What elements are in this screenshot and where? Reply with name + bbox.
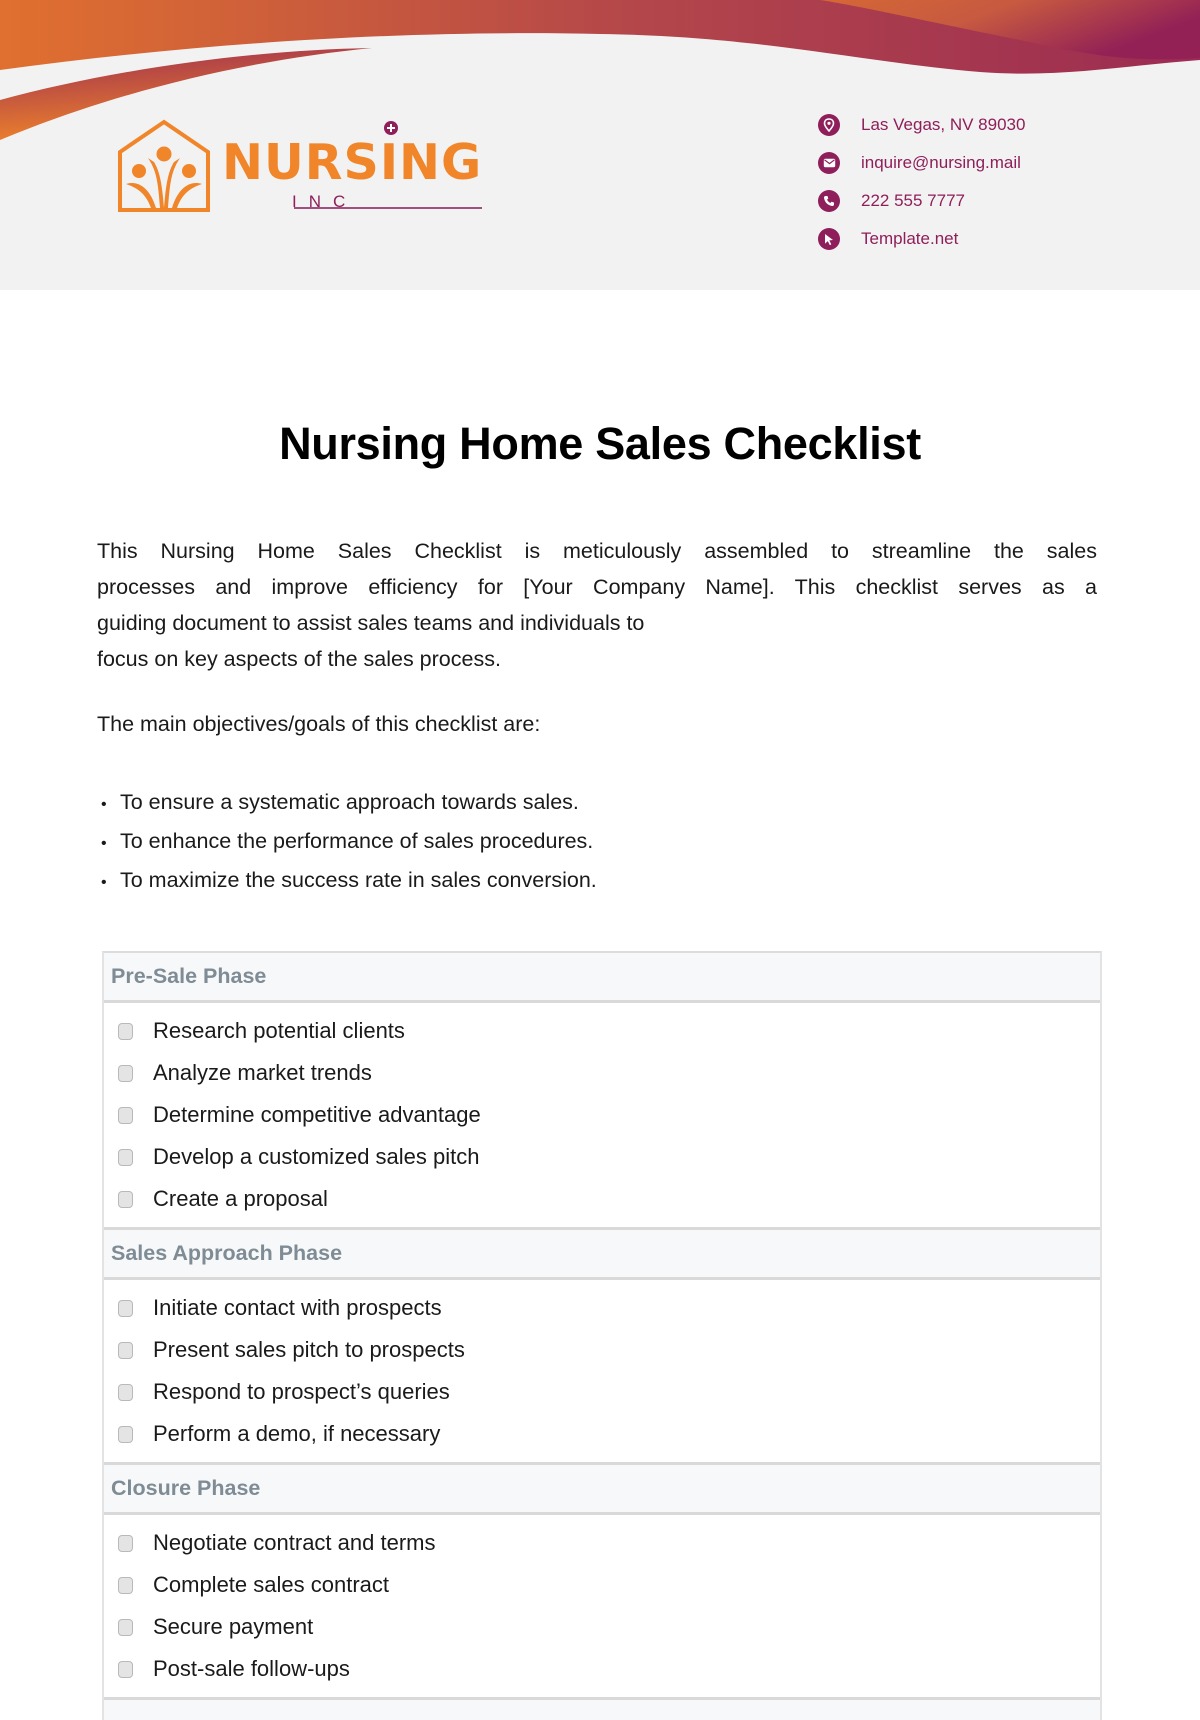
contact-address: Las Vegas, NV 89030 <box>818 106 1025 144</box>
checkbox[interactable] <box>118 1299 133 1317</box>
checklist-item: Respond to prospect’s queries <box>104 1371 1100 1413</box>
item-label: Research potential clients <box>153 1018 405 1043</box>
phase-items-pre-sale: Research potential clients Analyze marke… <box>104 1003 1100 1230</box>
item-label: Secure payment <box>153 1614 314 1639</box>
checklist-item: Secure payment <box>104 1606 1100 1648</box>
checklist-item: Negotiate contract and terms <box>104 1522 1100 1564</box>
item-label: Complete sales contract <box>153 1572 389 1597</box>
checkbox[interactable] <box>118 1576 133 1594</box>
checkbox[interactable] <box>118 1148 133 1166</box>
item-label: Negotiate contract and terms <box>153 1530 436 1555</box>
page-title: Nursing Home Sales Checklist <box>279 418 921 469</box>
item-label: Present sales pitch to prospects <box>153 1337 465 1362</box>
item-label: Initiate contact with prospects <box>153 1295 442 1320</box>
contact-website: Template.net <box>818 220 1025 258</box>
next-phase-header-cut-off <box>104 1700 1100 1720</box>
phone-text: 222 555 7777 <box>861 191 965 210</box>
checkbox[interactable] <box>118 1341 133 1359</box>
checklist-item: Determine competitive advantage <box>104 1094 1100 1136</box>
checklist-item: Initiate contact with prospects <box>104 1287 1100 1329</box>
mail-icon <box>818 152 840 174</box>
phase-items-sales-approach: Initiate contact with prospects Present … <box>104 1280 1100 1465</box>
checkbox[interactable] <box>118 1534 133 1552</box>
checkbox[interactable] <box>118 1383 133 1401</box>
contact-phone: 222 555 7777 <box>818 182 1025 220</box>
checklist-item: Research potential clients <box>104 1010 1100 1052</box>
checklist-item: Complete sales contract <box>104 1564 1100 1606</box>
item-label: Determine competitive advantage <box>153 1102 481 1127</box>
checkbox[interactable] <box>118 1425 133 1443</box>
checklist-item: Post-sale follow-ups <box>104 1648 1100 1690</box>
checklist-item: Develop a customized sales pitch <box>104 1136 1100 1178</box>
goal-item: To maximize the success rate in sales co… <box>101 862 597 901</box>
intro-line: processes and improve efficiency for [Yo… <box>97 575 1097 599</box>
address-text: Las Vegas, NV 89030 <box>861 115 1026 134</box>
contact-info: Las Vegas, NV 89030 inquire@nursing.mail… <box>818 106 1025 258</box>
phase-header-closure: Closure Phase <box>104 1465 1100 1515</box>
item-label: Analyze market trends <box>153 1060 372 1085</box>
phase-header-pre-sale: Pre-Sale Phase <box>104 953 1100 1003</box>
checklist-item: Create a proposal <box>104 1178 1100 1220</box>
checkbox[interactable] <box>118 1106 133 1124</box>
website-link[interactable]: Template.net <box>861 229 958 249</box>
objectives-label: The main objectives/goals of this checkl… <box>97 712 541 736</box>
goal-item: To ensure a systematic approach towards … <box>101 784 597 823</box>
phase-header-sales-approach: Sales Approach Phase <box>104 1230 1100 1280</box>
location-pin-icon <box>818 114 840 136</box>
intro-line: guiding document to assist sales teams a… <box>97 611 645 635</box>
item-label: Perform a demo, if necessary <box>153 1421 441 1446</box>
letterhead: NURSING INC Las Vegas, NV 89030 inquire@… <box>0 0 1200 290</box>
checklist-item: Analyze market trends <box>104 1052 1100 1094</box>
checkbox[interactable] <box>118 1064 133 1082</box>
email-link[interactable]: inquire@nursing.mail <box>861 153 1021 173</box>
checkbox[interactable] <box>118 1660 133 1678</box>
goals-list: To ensure a systematic approach towards … <box>101 784 597 901</box>
brand-underline <box>294 207 482 209</box>
phone-icon <box>818 190 840 212</box>
item-label: Create a proposal <box>153 1186 328 1211</box>
sales-checklist: Pre-Sale Phase Research potential client… <box>102 951 1102 1720</box>
goal-item: To enhance the performance of sales proc… <box>101 823 597 862</box>
contact-email: inquire@nursing.mail <box>818 144 1025 182</box>
house-family-icon <box>118 119 210 212</box>
item-label: Post-sale follow-ups <box>153 1656 350 1681</box>
item-label: Develop a customized sales pitch <box>153 1144 480 1169</box>
checkbox[interactable] <box>118 1190 133 1208</box>
intro-line: focus on key aspects of the sales proces… <box>97 647 501 671</box>
medical-plus-icon <box>384 121 398 135</box>
checkbox[interactable] <box>118 1618 133 1636</box>
item-label: Respond to prospect’s queries <box>153 1379 450 1404</box>
checkbox[interactable] <box>118 1022 133 1040</box>
checklist-item: Present sales pitch to prospects <box>104 1329 1100 1371</box>
intro-paragraph: This Nursing Home Sales Checklist is met… <box>97 533 1097 677</box>
cursor-pointer-icon <box>818 228 840 250</box>
company-logo: NURSING INC <box>116 116 496 216</box>
intro-line: This Nursing Home Sales Checklist is met… <box>97 539 1097 563</box>
brand-name: NURSING <box>222 134 483 191</box>
phase-items-closure: Negotiate contract and terms Complete sa… <box>104 1515 1100 1700</box>
checklist-item: Perform a demo, if necessary <box>104 1413 1100 1455</box>
